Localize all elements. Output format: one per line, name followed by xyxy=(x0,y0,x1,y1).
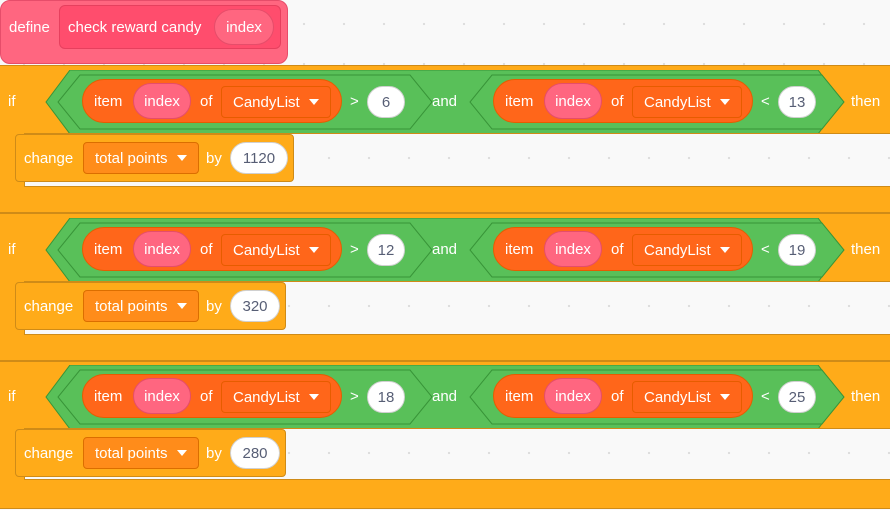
list-dropdown[interactable]: CandyList xyxy=(632,86,742,118)
item-label: item xyxy=(94,388,123,405)
define-label: define xyxy=(9,19,50,36)
chevron-down-icon xyxy=(308,394,319,400)
amount-input[interactable]: 320 xyxy=(230,290,280,322)
chevron-down-icon xyxy=(719,394,730,400)
chevron-down-icon xyxy=(176,155,187,161)
list-name: CandyList xyxy=(233,93,300,111)
item-label: item xyxy=(94,241,123,258)
number-input[interactable]: 18 xyxy=(367,381,405,413)
if-block-1[interactable]: if item index of CandyList > 6 and item … xyxy=(0,65,890,213)
if-block-3[interactable]: if item index of CandyList > 18 and item… xyxy=(0,361,890,509)
less-than-sign: < xyxy=(761,388,770,405)
of-label: of xyxy=(200,241,213,258)
change-label: change xyxy=(24,150,74,167)
item-of-list-reporter[interactable]: item index of CandyList xyxy=(493,374,753,418)
amount-input[interactable]: 280 xyxy=(230,437,280,469)
of-label: of xyxy=(611,388,624,405)
item-label: item xyxy=(505,388,534,405)
less-than-sign: < xyxy=(761,93,770,110)
chevron-down-icon xyxy=(176,450,187,456)
variable-name: total points xyxy=(95,444,168,462)
then-label: then xyxy=(851,241,881,258)
chevron-down-icon xyxy=(308,99,319,105)
number-input[interactable]: 13 xyxy=(778,86,816,118)
variable-name: total points xyxy=(95,149,168,167)
of-label: of xyxy=(200,93,213,110)
item-of-list-reporter[interactable]: item index of CandyList xyxy=(493,79,753,123)
item-of-list-reporter[interactable]: item index of CandyList xyxy=(493,227,753,271)
by-label: by xyxy=(206,298,222,315)
item-of-list-reporter[interactable]: item index of CandyList xyxy=(82,79,342,123)
variable-dropdown[interactable]: total points xyxy=(83,437,199,469)
of-label: of xyxy=(611,93,624,110)
argument-reporter-index[interactable]: index xyxy=(544,378,602,414)
define-hat-block[interactable]: define check reward candy index xyxy=(0,0,288,64)
amount-input[interactable]: 1120 xyxy=(230,142,288,174)
of-label: of xyxy=(611,241,624,258)
if-label: if xyxy=(8,388,16,405)
chevron-down-icon xyxy=(176,303,187,309)
item-of-list-reporter[interactable]: item index of CandyList xyxy=(82,227,342,271)
and-label: and xyxy=(432,388,458,405)
by-label: by xyxy=(206,445,222,462)
by-label: by xyxy=(206,150,222,167)
list-dropdown[interactable]: CandyList xyxy=(632,234,742,266)
number-input[interactable]: 12 xyxy=(367,234,405,266)
list-name: CandyList xyxy=(644,241,711,259)
item-label: item xyxy=(505,241,534,258)
change-variable-block[interactable]: change total points by 320 xyxy=(15,282,286,330)
variable-dropdown[interactable]: total points xyxy=(83,290,199,322)
list-dropdown[interactable]: CandyList xyxy=(221,381,331,413)
and-label: and xyxy=(432,241,458,258)
greater-than-sign: > xyxy=(350,388,359,405)
if-label: if xyxy=(8,93,16,110)
of-label: of xyxy=(200,388,213,405)
variable-dropdown[interactable]: total points xyxy=(83,142,199,174)
argument-reporter-index[interactable]: index xyxy=(133,83,191,119)
item-of-list-reporter[interactable]: item index of CandyList xyxy=(82,374,342,418)
list-dropdown[interactable]: CandyList xyxy=(632,381,742,413)
argument-reporter-index[interactable]: index xyxy=(544,231,602,267)
change-label: change xyxy=(24,445,74,462)
list-dropdown[interactable]: CandyList xyxy=(221,86,331,118)
number-input[interactable]: 19 xyxy=(778,234,816,266)
if-block-2[interactable]: if item index of CandyList > 12 and item… xyxy=(0,213,890,361)
argument-reporter-index[interactable]: index xyxy=(133,378,191,414)
list-name: CandyList xyxy=(644,388,711,406)
change-variable-block[interactable]: change total points by 280 xyxy=(15,429,286,477)
chevron-down-icon xyxy=(308,247,319,253)
change-label: change xyxy=(24,298,74,315)
chevron-down-icon xyxy=(719,99,730,105)
if-label: if xyxy=(8,241,16,258)
variable-name: total points xyxy=(95,297,168,315)
argument-reporter-index[interactable]: index xyxy=(133,231,191,267)
then-label: then xyxy=(851,388,881,405)
list-name: CandyList xyxy=(233,388,300,406)
item-label: item xyxy=(505,93,534,110)
custom-block-name: check reward candy xyxy=(68,19,202,36)
argument-reporter-index[interactable]: index xyxy=(544,83,602,119)
number-input[interactable]: 25 xyxy=(778,381,816,413)
greater-than-sign: > xyxy=(350,241,359,258)
argument-reporter-index[interactable]: index xyxy=(214,9,274,45)
list-name: CandyList xyxy=(644,93,711,111)
less-than-sign: < xyxy=(761,241,770,258)
custom-block-prototype[interactable]: check reward candy index xyxy=(59,5,281,49)
change-variable-block[interactable]: change total points by 1120 xyxy=(15,134,294,182)
list-dropdown[interactable]: CandyList xyxy=(221,234,331,266)
greater-than-sign: > xyxy=(350,93,359,110)
and-label: and xyxy=(432,93,458,110)
chevron-down-icon xyxy=(719,247,730,253)
number-input[interactable]: 6 xyxy=(367,86,405,118)
list-name: CandyList xyxy=(233,241,300,259)
then-label: then xyxy=(851,93,881,110)
item-label: item xyxy=(94,93,123,110)
